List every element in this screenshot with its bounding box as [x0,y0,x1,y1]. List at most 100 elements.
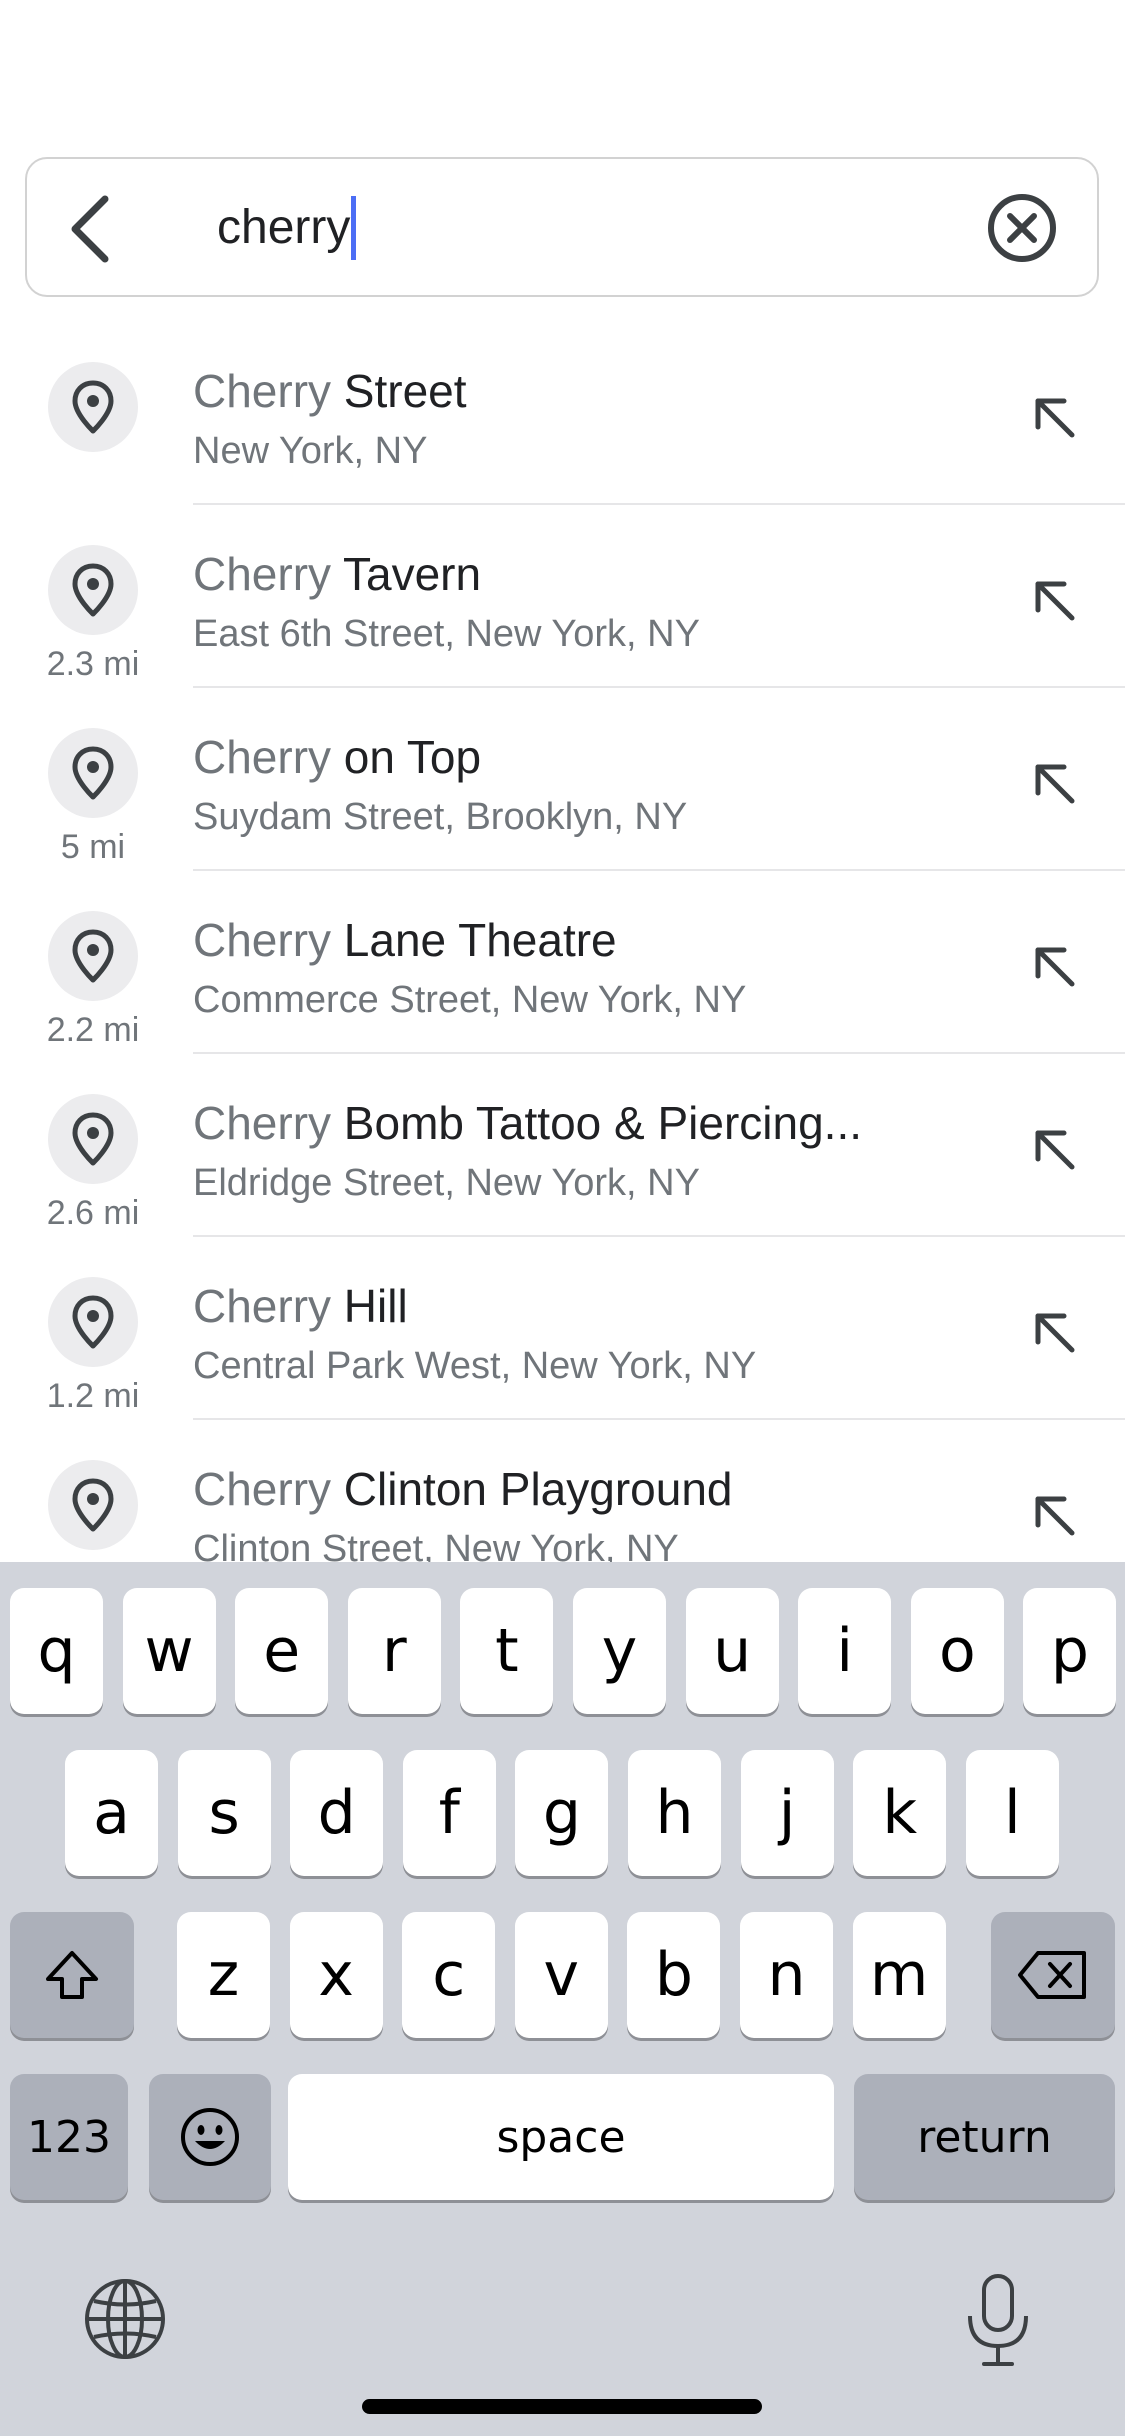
suggestion-address: Eldridge Street, New York, NY [193,1162,700,1204]
key-j[interactable]: j [740,1750,834,1876]
title-remainder: Hill [331,1280,408,1332]
suggestion-address: Clinton Street, New York, NY [193,1528,679,1562]
key-g[interactable]: g [515,1750,609,1876]
fill-query-button[interactable] [1024,1302,1084,1362]
title-remainder: Lane Theatre [331,914,617,966]
suggestion-title: Cherry Bomb Tattoo & Piercing... [193,1096,862,1150]
suggestion-title: Cherry Street [193,364,467,418]
location-pin-badge [48,1094,138,1184]
key-f[interactable]: f [402,1750,496,1876]
location-pin-icon [72,1112,114,1166]
fill-query-button[interactable] [1024,753,1084,813]
fill-query-button[interactable] [1024,387,1084,447]
globe-button[interactable] [80,2274,170,2364]
key-q[interactable]: q [10,1588,103,1714]
microphone-icon [968,2274,1028,2366]
suggestion-row[interactable]: 2.6 mi Cherry Bomb Tattoo & Piercing... El… [0,1054,1125,1237]
suggestion-list: Cherry Street New York, NY 2.3 mi Cherry Ta… [0,322,1125,1562]
key-m[interactable]: m [852,1912,946,2038]
fill-query-button[interactable] [1024,936,1084,996]
distance-label: 1.2 mi [46,1377,140,1415]
suggestion-address: Central Park West, New York, NY [193,1345,757,1387]
circle-x-icon [988,194,1056,262]
suggestion-address: East 6th Street, New York, NY [193,613,700,655]
title-remainder: Clinton Playground [331,1463,733,1515]
distance-label: 2.6 mi [46,1194,140,1232]
key-o[interactable]: o [910,1588,1004,1714]
location-pin-badge [48,545,138,635]
dictation-button[interactable] [960,2270,1036,2370]
suggestion-address: Commerce Street, New York, NY [193,979,747,1021]
key-p[interactable]: p [1023,1588,1117,1714]
location-pin-icon [72,929,114,983]
key-w[interactable]: w [122,1588,216,1714]
back-button[interactable] [55,189,135,269]
emoji-key[interactable] [149,2074,271,2200]
search-query-text: cherry [217,201,351,254]
key-k[interactable]: k [853,1750,947,1876]
suggestion-title: Cherry Lane Theatre [193,913,617,967]
matched-text: Cherry [193,548,332,600]
backspace-key[interactable] [991,1912,1115,2038]
suggestion-title: Cherry Tavern [193,547,481,601]
fill-query-button[interactable] [1024,1119,1084,1179]
suggestion-row[interactable]: Cherry Street New York, NY [0,322,1125,505]
distance-label: 2.2 mi [46,1011,140,1049]
fill-query-arrow-icon [1035,398,1075,438]
home-indicator [362,2399,762,2414]
key-s[interactable]: s [177,1750,271,1876]
key-d[interactable]: d [290,1750,384,1876]
suggestion-address: New York, NY [193,430,428,472]
fill-query-arrow-icon [1035,1313,1075,1353]
search-input[interactable]: cherry [217,185,977,271]
chevron-left-icon [71,195,109,263]
key-b[interactable]: b [627,1912,721,2038]
suggestion-row[interactable]: 2.2 mi Cherry Lane Theatre Commerce Street… [0,871,1125,1054]
key-v[interactable]: v [514,1912,608,2038]
backspace-icon [1018,1951,1086,1999]
fill-query-button[interactable] [1024,1485,1084,1545]
key-e[interactable]: e [235,1588,329,1714]
globe-icon [85,2279,165,2359]
suggestion-row[interactable]: 1.2 mi Cherry Hill Central Park West, New … [0,1237,1125,1420]
numbers-key[interactable]: 123 [10,2074,128,2200]
matched-text: Cherry [193,731,332,783]
location-pin-badge [48,911,138,1001]
key-i[interactable]: i [798,1588,892,1714]
matched-text: Cherry [193,365,332,417]
key-r[interactable]: r [347,1588,441,1714]
location-pin-badge [48,1460,138,1550]
keyboard: 123 space return qwertyuiop asdfghjk l z … [0,1562,1125,2436]
key-z[interactable]: z [177,1912,270,2038]
key-c[interactable]: c [402,1912,496,2038]
search-bar: cherry [25,157,1099,297]
key-n[interactable]: n [740,1912,833,2038]
key-u[interactable]: u [685,1588,779,1714]
suggestion-address: Suydam Street, Brooklyn, NY [193,796,688,838]
clear-search-button[interactable] [985,191,1059,265]
key-y[interactable]: y [573,1588,666,1714]
location-pin-icon [72,563,114,617]
space-key[interactable]: space [288,2074,834,2200]
fill-query-button[interactable] [1024,570,1084,630]
location-pin-badge [48,728,138,818]
suggestion-row[interactable]: 5 mi Cherry on Top Suydam Street, Brooklyn… [0,688,1125,871]
location-pin-icon [72,1295,114,1349]
title-remainder: Bomb Tattoo & Piercing... [331,1097,863,1149]
suggestion-row[interactable]: 3.3 miCherry Clinton PlaygroundClinton S… [0,1420,1125,1562]
key-t[interactable]: t [460,1588,554,1714]
fill-query-arrow-icon [1035,581,1075,621]
matched-text: Cherry [193,914,332,966]
suggestion-row[interactable]: 2.3 mi Cherry Tavern East 6th Street, New … [0,505,1125,688]
location-pin-badge [48,1277,138,1367]
fill-query-arrow-icon [1035,1496,1075,1536]
key-x[interactable]: x [289,1912,383,2038]
return-key[interactable]: return [854,2074,1115,2200]
key-a[interactable]: a [65,1750,158,1876]
shift-key[interactable] [10,1912,134,2038]
title-remainder: on Top [331,731,482,783]
key-h[interactable]: h [628,1750,721,1876]
key-l[interactable]: l [965,1750,1059,1876]
matched-text: Cherry [193,1097,332,1149]
matched-text: Cherry [193,1463,332,1515]
